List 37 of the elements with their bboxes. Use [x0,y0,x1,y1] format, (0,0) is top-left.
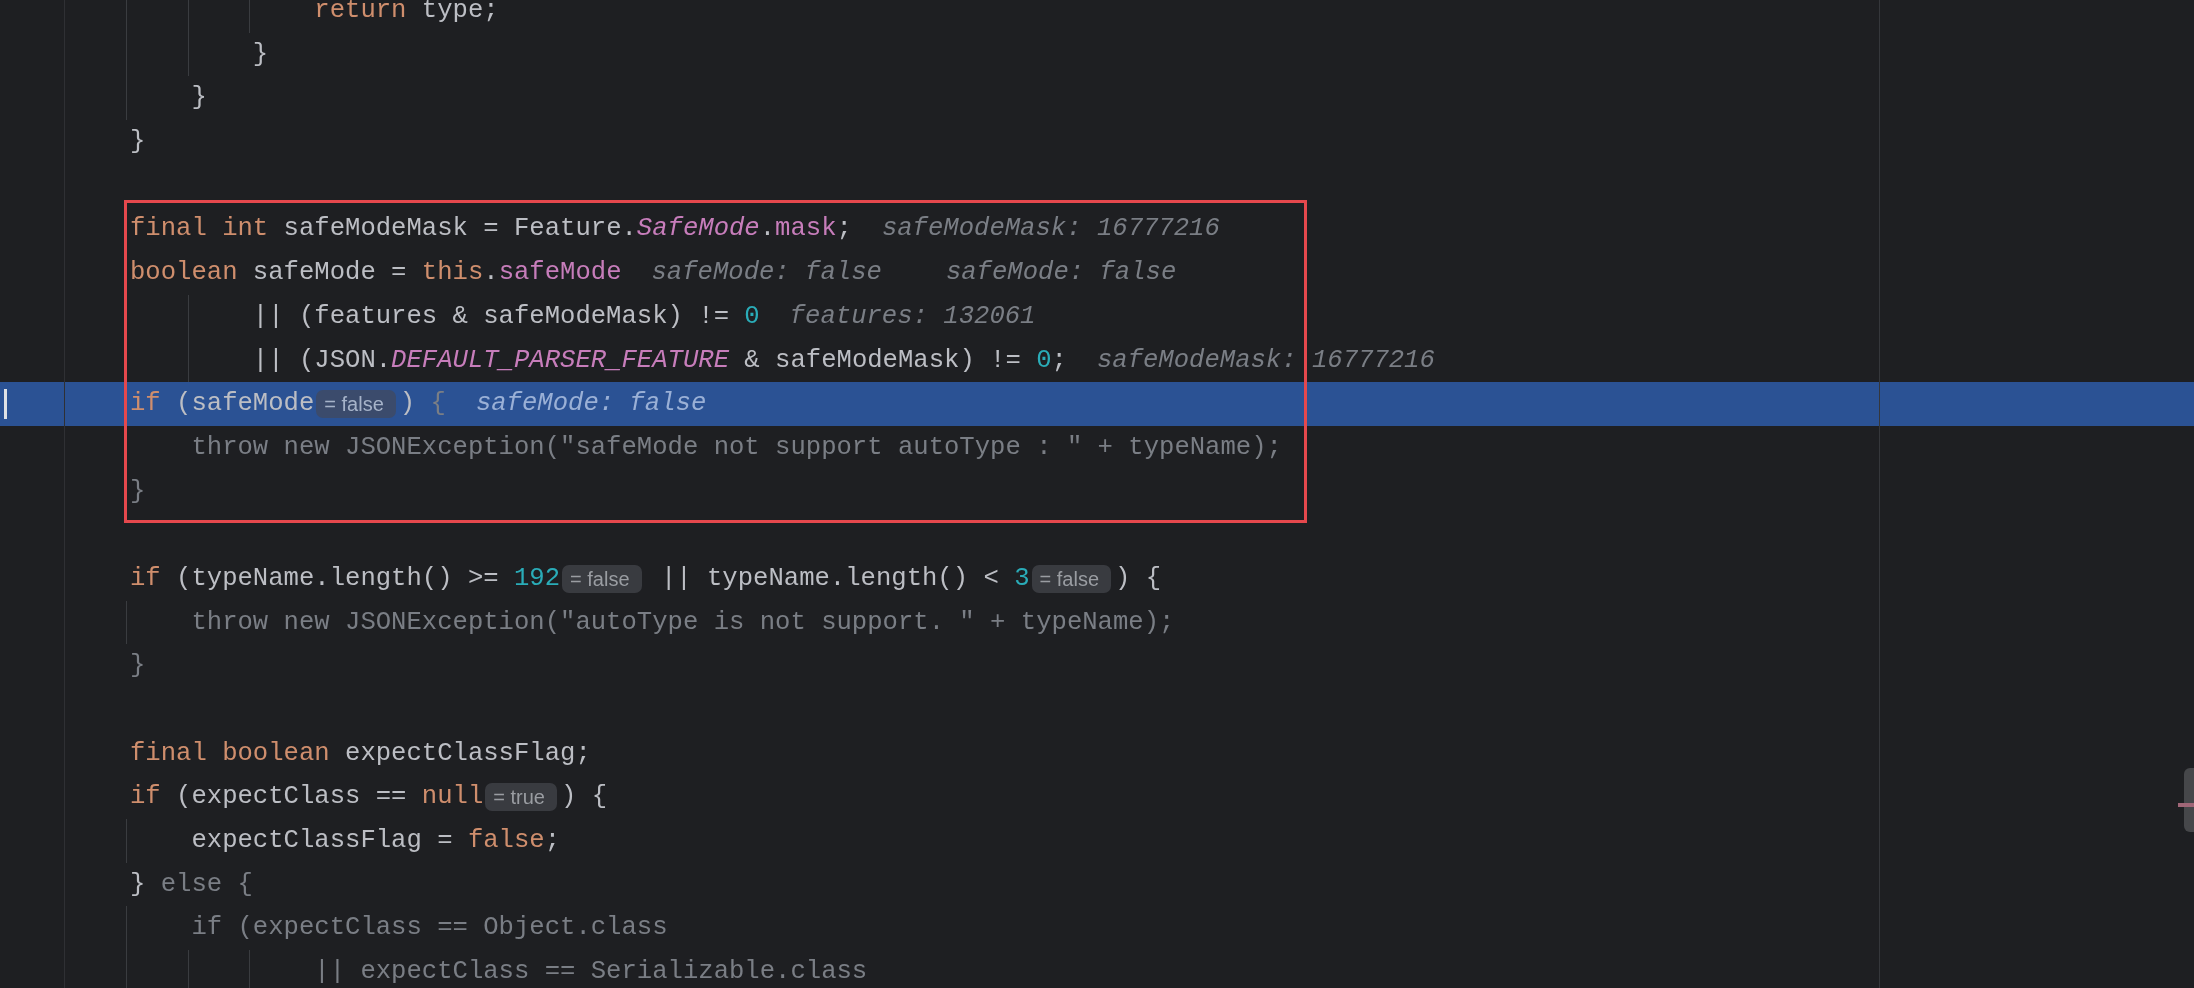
code-text: ) { [1115,562,1162,595]
value-badge: = false [316,390,396,419]
code-text: if (expectClass == null [130,781,484,814]
code-text: } [130,650,146,683]
code-text: final boolean expectClassFlag; [130,737,591,770]
caret-marker [4,389,7,420]
code-text: if (expectClass == Object.class [190,912,668,945]
code-text: if (typeName.length() >= 192 [130,562,561,595]
inline-value-hint: safeMode: false [945,257,1177,290]
inline-value-hint: safeMode: false [651,257,882,290]
code-text: } [130,475,146,508]
code-text: ) { [560,781,608,814]
scrollbar-thumb[interactable] [2184,768,2194,832]
code-text: throw new JSONException("safeMode not support autoType : " + typeName); [190,431,1282,464]
code-text: if (safeMode [130,388,315,421]
code-text: ) { [399,388,446,421]
code-text: } else { [130,868,253,901]
code-text: || (features & safeModeMask) != 0 [251,300,760,333]
inline-value-hint: safeModeMask: 16777216 [881,213,1220,246]
code-text: || expectClass == Serializable.class [313,956,868,988]
value-badge: = true [485,783,557,812]
value-badge: = false [1031,564,1111,593]
code-text: } [130,126,146,159]
code-text: } [251,38,269,71]
value-badge: = false [562,564,642,593]
error-stripe-mark [2178,803,2194,807]
code-text: expectClassFlag = false; [190,825,561,858]
code-text: || typeName.length() < 3 [659,562,1030,595]
code-text: return type; [313,0,499,27]
inline-value-hint: safeModeMask: 16777216 [1096,344,1435,377]
code-text: || (JSON.DEFAULT_PARSER_FEATURE & safeModeMask) != 0; [251,344,1067,377]
inline-value-hint: features: 132061 [789,300,1036,333]
code-text: } [190,82,207,115]
code-text: throw new JSONException("autoType is not support. " + typeName); [190,606,1175,639]
code-text: final int safeModeMask = Feature.SafeMode.mask; [130,213,852,246]
code-text: boolean safeMode = this.safeMode [130,257,622,290]
inline-value-hint: safeMode: false [475,388,707,421]
